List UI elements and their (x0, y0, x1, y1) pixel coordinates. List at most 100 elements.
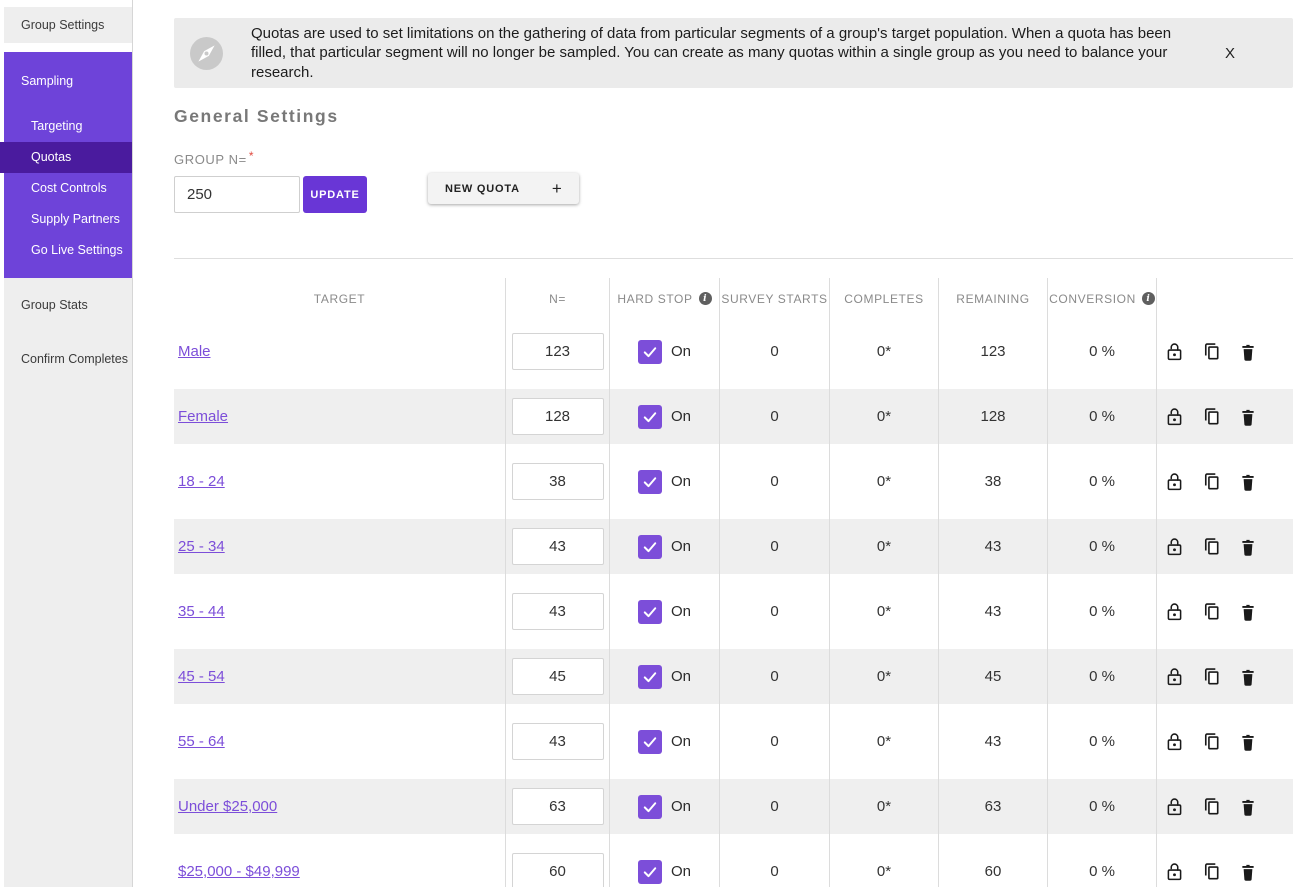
lock-button[interactable] (1164, 536, 1185, 557)
delete-button[interactable] (1238, 341, 1259, 362)
sidebar-item-targeting[interactable]: Targeting (4, 111, 132, 142)
check-icon (643, 541, 657, 552)
info-icon[interactable]: i (698, 292, 712, 305)
target-link[interactable]: 35 - 44 (178, 603, 225, 620)
quota-n-input[interactable] (511, 658, 604, 695)
conversion-cell: 0 % (1047, 449, 1156, 514)
delete-button[interactable] (1238, 731, 1259, 752)
quotas-table: TARGET N= HARD STOP i SURVEY STARTS COMP… (174, 278, 1293, 887)
sidebar-item-group-stats[interactable]: Group Stats (4, 290, 132, 321)
hard-stop-checkbox[interactable] (637, 729, 662, 754)
survey-starts-value: 0 (770, 863, 779, 880)
target-link[interactable]: 55 - 64 (178, 733, 225, 750)
target-link[interactable]: Under $25,000 (178, 798, 277, 815)
copy-button[interactable] (1201, 861, 1222, 882)
group-n-input[interactable] (174, 176, 300, 213)
sidebar-item-group-settings[interactable]: Group Settings (4, 7, 132, 43)
sidebar-item-supply-partners[interactable]: Supply Partners (4, 204, 132, 235)
update-button[interactable]: UPDATE (303, 176, 367, 213)
quota-n-input[interactable] (511, 528, 604, 565)
quotas-page: Group Settings Sampling Targeting Quotas… (0, 0, 1300, 887)
lock-button[interactable] (1164, 666, 1185, 687)
target-link[interactable]: Male (178, 343, 211, 360)
lock-button[interactable] (1164, 341, 1185, 362)
sidebar-item-cost-controls[interactable]: Cost Controls (4, 173, 132, 204)
target-link[interactable]: 25 - 34 (178, 538, 225, 555)
quota-n-input[interactable] (511, 463, 604, 500)
quota-n-input[interactable] (511, 723, 604, 760)
remaining-value: 45 (984, 668, 1002, 685)
hard-stop-checkbox[interactable] (637, 599, 662, 624)
target-link[interactable]: 45 - 54 (178, 668, 225, 685)
new-quota-button[interactable]: NEW QUOTA + (428, 173, 579, 204)
copy-button[interactable] (1201, 666, 1222, 687)
hard-stop-checkbox[interactable] (637, 469, 662, 494)
remaining-cell: 43 (938, 579, 1047, 644)
hard-stop-label: On (670, 863, 691, 880)
lock-open-icon (1167, 473, 1182, 491)
lock-open-icon (1167, 603, 1182, 621)
quota-n-input[interactable] (511, 853, 604, 887)
delete-button[interactable] (1238, 796, 1259, 817)
trash-icon (1242, 604, 1254, 621)
actions-cell (1156, 514, 1293, 579)
hard-stop-checkbox[interactable] (637, 664, 662, 689)
banner-close-button[interactable]: X (1225, 45, 1235, 62)
lock-button[interactable] (1164, 861, 1185, 882)
copy-button[interactable] (1201, 731, 1222, 752)
delete-button[interactable] (1238, 536, 1259, 557)
completes-cell: 0* (829, 449, 938, 514)
actions-cell (1156, 839, 1293, 887)
completes-cell: 0* (829, 839, 938, 887)
completes-value: 0* (876, 668, 892, 685)
trash-icon (1242, 734, 1254, 751)
delete-button[interactable] (1238, 471, 1259, 492)
lock-button[interactable] (1164, 471, 1185, 492)
delete-button[interactable] (1238, 861, 1259, 882)
header-target: TARGET (313, 291, 366, 306)
trash-icon (1242, 474, 1254, 491)
info-icon[interactable]: i (1141, 292, 1155, 305)
trash-icon (1242, 344, 1254, 361)
lock-open-icon (1167, 798, 1182, 816)
lock-button[interactable] (1164, 731, 1185, 752)
delete-button[interactable] (1238, 601, 1259, 622)
quota-n-input[interactable] (511, 333, 604, 370)
completes-cell: 0* (829, 774, 938, 839)
quota-n-input[interactable] (511, 788, 604, 825)
sidebar-item-go-live-settings[interactable]: Go Live Settings (4, 235, 132, 266)
delete-button[interactable] (1238, 666, 1259, 687)
remaining-value: 128 (980, 408, 1006, 425)
target-link[interactable]: $25,000 - $49,999 (178, 863, 300, 880)
lock-button[interactable] (1164, 601, 1185, 622)
copy-button[interactable] (1201, 471, 1222, 492)
copy-button[interactable] (1201, 796, 1222, 817)
lock-button[interactable] (1164, 796, 1185, 817)
copy-button[interactable] (1201, 406, 1222, 427)
sidebar-item-confirm-completes[interactable]: Confirm Completes (4, 344, 132, 375)
delete-button[interactable] (1238, 406, 1259, 427)
remaining-value: 43 (984, 603, 1002, 620)
n-cell (505, 709, 609, 774)
hard-stop-checkbox[interactable] (637, 339, 662, 364)
sidebar-item-sampling[interactable]: Sampling (4, 66, 132, 97)
table-header: TARGET N= HARD STOP i SURVEY STARTS COMP… (174, 278, 1293, 319)
completes-value: 0* (876, 798, 892, 815)
hard-stop-checkbox[interactable] (637, 404, 662, 429)
sidebar-item-quotas[interactable]: Quotas (0, 142, 132, 173)
copy-button[interactable] (1201, 536, 1222, 557)
completes-value: 0* (876, 733, 892, 750)
copy-button[interactable] (1201, 601, 1222, 622)
lock-button[interactable] (1164, 406, 1185, 427)
trash-icon (1242, 799, 1254, 816)
survey-starts-cell: 0 (719, 839, 829, 887)
target-link[interactable]: 18 - 24 (178, 473, 225, 490)
hard-stop-checkbox[interactable] (637, 534, 662, 559)
hard-stop-checkbox[interactable] (637, 794, 662, 819)
check-icon (643, 411, 657, 422)
hard-stop-checkbox[interactable] (637, 859, 662, 884)
quota-n-input[interactable] (511, 398, 604, 435)
quota-n-input[interactable] (511, 593, 604, 630)
target-link[interactable]: Female (178, 408, 228, 425)
copy-button[interactable] (1201, 341, 1222, 362)
